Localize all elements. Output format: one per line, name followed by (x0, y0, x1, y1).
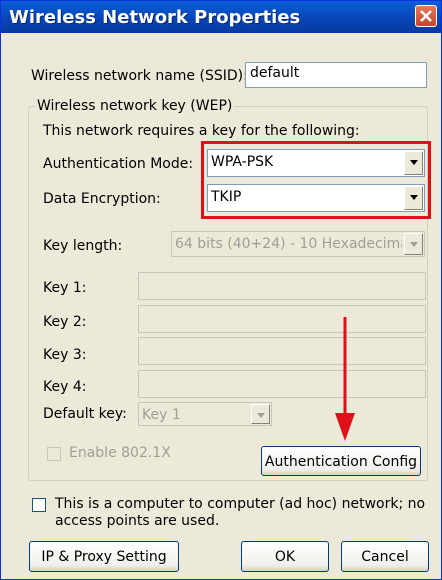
ssid-label: Wireless network name (SSID): (31, 68, 248, 84)
key1-label: Key 1: (43, 280, 87, 296)
close-icon (420, 10, 432, 22)
chevron-down-icon[interactable] (251, 404, 270, 424)
enable-8021x-checkbox[interactable] (47, 447, 61, 461)
enable-8021x-label: Enable 802.1X (69, 445, 171, 461)
key4-label: Key 4: (43, 379, 87, 395)
wep-group-legend: Wireless network key (WEP) (35, 98, 235, 114)
adhoc-label-line2: access points are used. (55, 513, 220, 529)
cancel-button[interactable]: Cancel (341, 541, 429, 572)
key-length-label: Key length: (43, 238, 123, 254)
ok-button[interactable]: OK (241, 541, 329, 572)
adhoc-label-line1: This is a computer to computer (ad hoc) … (55, 496, 426, 512)
key2-label: Key 2: (43, 314, 87, 330)
wep-note: This network requires a key for the foll… (43, 123, 360, 139)
cancel-label: Cancel (361, 549, 409, 565)
ip-proxy-setting-label: IP & Proxy Setting (41, 549, 167, 565)
arrow-down-icon (335, 317, 355, 441)
adhoc-checkbox[interactable] (32, 498, 46, 512)
key-length-select[interactable]: 64 bits (40+24) - 10 Hexadecimal d (171, 231, 425, 257)
default-key-value: Key 1 (142, 407, 181, 423)
default-key-select[interactable]: Key 1 (138, 402, 272, 426)
key1-input[interactable] (138, 272, 426, 300)
key3-label: Key 3: (43, 347, 87, 363)
key3-input[interactable] (138, 337, 426, 365)
highlight-box (201, 141, 431, 219)
ip-proxy-setting-button[interactable]: IP & Proxy Setting (29, 541, 179, 572)
window-title: Wireless Network Properties (9, 7, 301, 28)
key-length-value: 64 bits (40+24) - 10 Hexadecimal d (175, 236, 402, 252)
close-button[interactable] (415, 5, 437, 27)
dialog-window: Wireless Network Properties Wireless net… (0, 0, 442, 580)
default-key-label: Default key: (43, 406, 127, 422)
auth-mode-label: Authentication Mode: (43, 156, 194, 172)
key2-input[interactable] (138, 305, 426, 333)
authentication-config-button[interactable]: Authentication Config (261, 446, 421, 476)
title-bar[interactable]: Wireless Network Properties (1, 1, 441, 33)
ok-label: OK (274, 549, 296, 565)
data-encryption-label: Data Encryption: (43, 191, 161, 207)
key4-input[interactable] (138, 370, 426, 398)
authentication-config-label: Authentication Config (264, 454, 418, 470)
ssid-input[interactable]: default (245, 62, 427, 88)
chevron-down-icon[interactable] (404, 233, 423, 255)
